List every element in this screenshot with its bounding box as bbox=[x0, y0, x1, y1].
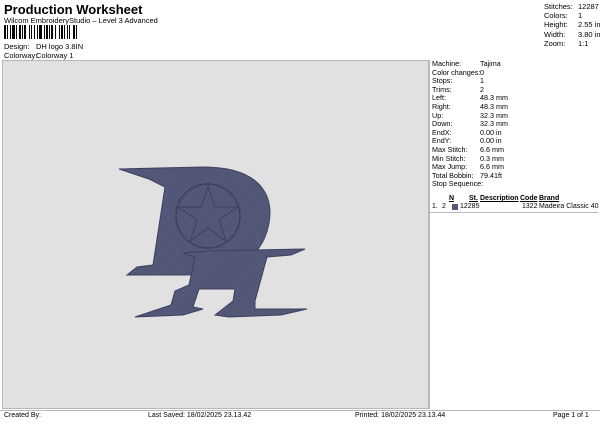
info-row: Left: 48.3 mm bbox=[432, 94, 598, 103]
software-subtitle: Wilcom EmbroideryStudio – Level 3 Advanc… bbox=[4, 16, 158, 25]
stat-label: Width: bbox=[544, 29, 566, 39]
barcode bbox=[4, 25, 112, 39]
last-saved: Last Saved: 18/02/2025 23.13.42 bbox=[148, 412, 252, 419]
info-row: Down: 32.3 mm bbox=[432, 119, 598, 129]
barcode-bar bbox=[77, 25, 79, 39]
info-value: 79.41ft bbox=[480, 170, 502, 180]
thread-color-swatch bbox=[452, 204, 458, 210]
stop-brand: Madeira Classic 40 bbox=[539, 203, 599, 210]
dh-logo-embroidery bbox=[118, 166, 308, 318]
stop-sequence-title: Stop Sequence: bbox=[432, 179, 484, 189]
stat-value: 1:1 bbox=[578, 38, 589, 48]
info-row: EndX: 0.00 in bbox=[432, 128, 598, 138]
stop-stitches: 12285 bbox=[460, 203, 480, 210]
stat-label: Colors: bbox=[544, 11, 568, 21]
colorway-label: Colorway: bbox=[4, 51, 38, 60]
stat-label: Zoom: bbox=[544, 38, 566, 48]
stat-value: 12287 bbox=[578, 2, 599, 11]
column-code: Code bbox=[520, 195, 538, 202]
stat-label: Height: bbox=[544, 20, 568, 30]
stat-height: Height: 2.55 in bbox=[544, 20, 600, 29]
page-title: Production Worksheet bbox=[4, 2, 143, 17]
stat-value: 1 bbox=[578, 11, 583, 21]
printed-date: Printed: 18/02/2025 23.13.44 bbox=[355, 412, 446, 419]
stat-value: 3.80 in bbox=[578, 29, 600, 39]
design-name: DH logo 3.8IN bbox=[36, 42, 84, 51]
footer: Created By: Last Saved: 18/02/2025 23.13… bbox=[0, 412, 600, 422]
stat-colors: Colors: 1 bbox=[544, 11, 600, 20]
design-stats: Stitches: 12287 Colors: 1 Height: 2.55 in W… bbox=[544, 2, 600, 48]
stat-width: Width: 3.80 in bbox=[544, 30, 600, 39]
info-row: Trims: 2 bbox=[432, 85, 598, 95]
column-description: Description bbox=[480, 195, 519, 202]
info-row: Color changes:0 bbox=[432, 68, 598, 78]
stop-index: 1. bbox=[432, 203, 438, 210]
machine-info-panel: Machine: Tajima Color changes:0 Stops: 1 Trim… bbox=[432, 59, 598, 189]
info-row: Right: 48.3 mm bbox=[432, 102, 598, 112]
info-row: Up: 32.3 mm bbox=[432, 111, 598, 121]
design-preview bbox=[2, 60, 429, 409]
info-row: Stops: 1 bbox=[432, 76, 598, 86]
stop-n: 2 bbox=[442, 203, 446, 210]
divider bbox=[430, 212, 598, 213]
stat-label: Stitches: bbox=[544, 2, 573, 11]
column-st: St. bbox=[469, 195, 478, 202]
stat-zoom: Zoom: 1:1 bbox=[544, 39, 600, 48]
column-n: N bbox=[449, 195, 455, 202]
stat-value: 2.55 in bbox=[578, 20, 600, 30]
stat-stitches: Stitches: 12287 bbox=[544, 2, 600, 11]
page-number: Page 1 of 1 bbox=[553, 412, 589, 419]
created-by: Created By: bbox=[4, 412, 41, 419]
colorway-name: Colorway 1 bbox=[36, 51, 74, 60]
table-row: 1. 2 12285 1322 Madeira Classic 40 bbox=[432, 203, 599, 212]
design-label: Design: bbox=[4, 42, 30, 51]
stop-code: 1322 bbox=[522, 203, 538, 210]
divider bbox=[0, 410, 600, 411]
column-brand: Brand bbox=[539, 195, 560, 202]
panel-divider bbox=[429, 60, 430, 409]
